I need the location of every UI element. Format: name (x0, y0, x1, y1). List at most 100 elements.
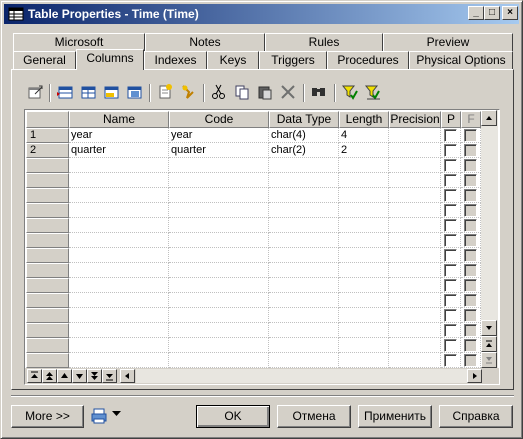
cell-name[interactable] (69, 173, 169, 188)
cell-precision[interactable] (389, 233, 441, 248)
cell-data-type[interactable] (269, 248, 339, 263)
table-row[interactable] (26, 188, 482, 203)
col-header-length[interactable]: Length (339, 111, 389, 128)
table-row[interactable]: 1 year year char(4) 4 (26, 128, 482, 143)
apply-button[interactable]: Применить (358, 405, 432, 428)
row-header[interactable] (26, 293, 69, 308)
scroll-right-button[interactable] (467, 369, 482, 383)
cell-length[interactable] (339, 203, 389, 218)
cell-data-type[interactable] (269, 278, 339, 293)
cell-name[interactable] (69, 323, 169, 338)
primary-key-checkbox[interactable] (444, 294, 457, 307)
row-header[interactable] (26, 263, 69, 278)
move-top-icon[interactable] (27, 369, 42, 383)
grid-vertical-scrollbar[interactable] (481, 110, 498, 368)
cell-code[interactable] (169, 158, 269, 173)
filter-clear-icon[interactable] (364, 83, 382, 101)
table-row[interactable] (26, 233, 482, 248)
cell-code[interactable] (169, 278, 269, 293)
primary-key-checkbox[interactable] (444, 159, 457, 172)
filter-icon[interactable] (341, 83, 359, 101)
table-row[interactable]: 2 quarter quarter char(2) 2 (26, 143, 482, 158)
foreign-key-checkbox[interactable] (464, 309, 477, 322)
cell-code[interactable] (169, 308, 269, 323)
cell-code[interactable] (169, 293, 269, 308)
tab-keys[interactable]: Keys (207, 51, 259, 69)
table-row[interactable] (26, 263, 482, 278)
cell-code[interactable] (169, 263, 269, 278)
foreign-key-checkbox[interactable] (464, 174, 477, 187)
table-row[interactable] (26, 353, 482, 368)
cell-data-type[interactable] (269, 173, 339, 188)
table-row[interactable] (26, 173, 482, 188)
primary-key-checkbox[interactable] (444, 264, 457, 277)
primary-key-checkbox[interactable] (444, 354, 457, 367)
foreign-key-checkbox[interactable] (464, 219, 477, 232)
primary-key-checkbox[interactable] (444, 189, 457, 202)
cell-length[interactable] (339, 278, 389, 293)
minimize-button[interactable]: _ (468, 6, 484, 20)
tab-procedures[interactable]: Procedures (327, 51, 409, 69)
cell-code[interactable] (169, 353, 269, 368)
primary-key-checkbox[interactable] (444, 219, 457, 232)
cell-precision[interactable] (389, 158, 441, 173)
scroll-top-button[interactable] (481, 336, 497, 352)
cell-name[interactable] (69, 293, 169, 308)
cell-code[interactable] (169, 323, 269, 338)
print-menu-button[interactable] (88, 405, 128, 428)
help-button[interactable]: Справка (439, 405, 513, 428)
row-header[interactable] (26, 173, 69, 188)
add-row-icon[interactable] (79, 83, 97, 101)
scroll-left-button[interactable] (120, 369, 135, 383)
cell-name[interactable] (69, 218, 169, 233)
horizontal-scroll-track[interactable] (136, 369, 481, 383)
copy-rows-icon[interactable] (125, 83, 143, 101)
foreign-key-checkbox[interactable] (464, 129, 477, 142)
cell-data-type[interactable]: char(2) (269, 143, 339, 158)
move-page-up-icon[interactable] (42, 369, 57, 383)
tab-preview[interactable]: Preview (383, 33, 513, 51)
table-row[interactable] (26, 293, 482, 308)
cell-precision[interactable] (389, 353, 441, 368)
foreign-key-checkbox[interactable] (464, 279, 477, 292)
cell-code[interactable] (169, 173, 269, 188)
row-header[interactable] (26, 323, 69, 338)
cell-precision[interactable] (389, 293, 441, 308)
cell-name[interactable] (69, 278, 169, 293)
cell-length[interactable]: 2 (339, 143, 389, 158)
row-header[interactable] (26, 353, 69, 368)
row-header[interactable] (26, 188, 69, 203)
cell-length[interactable] (339, 263, 389, 278)
cell-length[interactable] (339, 308, 389, 323)
cell-name[interactable] (69, 203, 169, 218)
foreign-key-checkbox[interactable] (464, 144, 477, 157)
cell-data-type[interactable]: char(4) (269, 128, 339, 143)
row-header[interactable] (26, 158, 69, 173)
row-header[interactable] (26, 203, 69, 218)
primary-key-checkbox[interactable] (444, 234, 457, 247)
cell-precision[interactable] (389, 188, 441, 203)
paste-special-icon[interactable] (179, 83, 197, 101)
tab-rules[interactable]: Rules (265, 33, 383, 51)
col-header-foreign[interactable]: F (461, 111, 481, 128)
row-header[interactable] (26, 248, 69, 263)
cell-data-type[interactable] (269, 308, 339, 323)
cell-precision[interactable] (389, 203, 441, 218)
cell-precision[interactable] (389, 308, 441, 323)
table-row[interactable] (26, 323, 482, 338)
grid-corner[interactable] (26, 111, 69, 128)
primary-key-checkbox[interactable] (444, 339, 457, 352)
cell-name[interactable] (69, 188, 169, 203)
cell-name[interactable] (69, 308, 169, 323)
tab-general[interactable]: General (13, 51, 76, 69)
cell-name[interactable] (69, 233, 169, 248)
cell-data-type[interactable] (269, 158, 339, 173)
cell-data-type[interactable] (269, 218, 339, 233)
foreign-key-checkbox[interactable] (464, 159, 477, 172)
cell-length[interactable]: 4 (339, 128, 389, 143)
table-row[interactable] (26, 308, 482, 323)
cell-code[interactable]: quarter (169, 143, 269, 158)
cut-icon[interactable] (210, 83, 228, 101)
primary-key-checkbox[interactable] (444, 144, 457, 157)
close-button[interactable]: × (502, 6, 518, 20)
